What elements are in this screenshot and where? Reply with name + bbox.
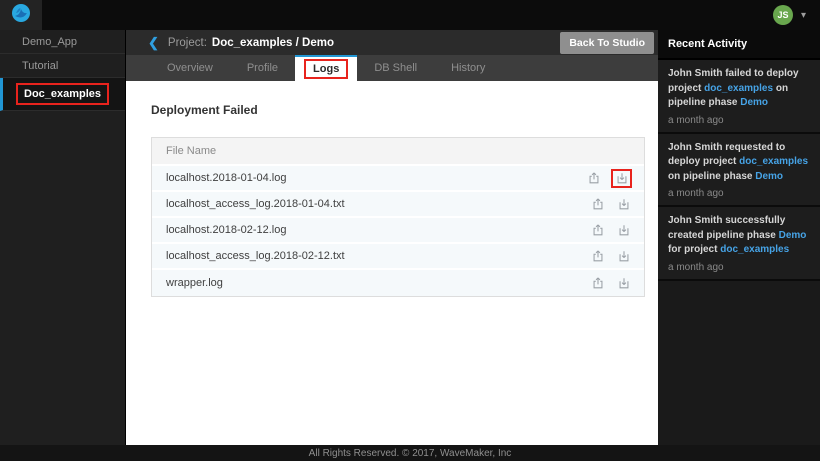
avatar[interactable]: JS — [773, 5, 793, 25]
project-title: Doc_examples / Demo — [212, 37, 334, 49]
share-icon[interactable] — [589, 222, 606, 239]
share-icon[interactable] — [589, 248, 606, 265]
share-icon[interactable] — [589, 275, 606, 292]
activity-list: John Smith failed to deploy project doc_… — [658, 60, 820, 281]
table-row: localhost.2018-02-12.log — [152, 218, 644, 244]
activity-timestamp: a month ago — [668, 115, 810, 126]
activity-link[interactable]: doc_examples — [720, 244, 789, 255]
table-row: localhost_access_log.2018-02-12.txt — [152, 244, 644, 270]
download-icon[interactable] — [615, 275, 632, 292]
footer: All Rights Reserved. © 2017, WaveMaker, … — [0, 445, 820, 461]
activity-link[interactable]: Demo — [779, 230, 807, 241]
table-row: wrapper.log — [152, 270, 644, 296]
app-logo[interactable] — [0, 0, 42, 30]
recent-activity-panel: Recent Activity John Smith failed to dep… — [658, 30, 820, 445]
tab-bar: Overview Profile Logs DB Shell History — [126, 55, 658, 81]
tab-label: Logs — [304, 59, 348, 79]
activity-text: John Smith failed to deploy project doc_… — [668, 67, 810, 111]
file-name: localhost.2018-02-12.log — [166, 224, 580, 236]
activity-link[interactable]: Demo — [740, 97, 768, 108]
activity-item: John Smith requested to deploy project d… — [658, 134, 820, 208]
table-header-file-name: File Name — [152, 138, 644, 166]
tab-label: DB Shell — [374, 62, 417, 74]
table-row: localhost.2018-01-04.log — [152, 166, 644, 192]
sidebar-item-doc_examples[interactable]: Doc_examples — [0, 78, 125, 111]
activity-link[interactable]: Demo — [755, 171, 783, 182]
tab-overview[interactable]: Overview — [150, 55, 230, 81]
logs-content: Deployment Failed File Name localhost.20… — [126, 81, 658, 445]
chevron-down-icon[interactable]: ▾ — [801, 10, 806, 21]
share-icon[interactable] — [585, 170, 602, 187]
top-bar: JS ▾ — [0, 0, 820, 30]
wavemaker-logo-icon — [11, 3, 31, 28]
activity-item: John Smith successfully created pipeline… — [658, 207, 820, 281]
activity-text-segment: John Smith successfully created pipeline… — [668, 215, 785, 241]
tab-db-shell[interactable]: DB Shell — [357, 55, 434, 81]
activity-link[interactable]: doc_examples — [704, 83, 773, 94]
back-to-studio-button[interactable]: Back To Studio — [560, 32, 654, 54]
tab-profile[interactable]: Profile — [230, 55, 295, 81]
sidebar-item-label: Demo_App — [16, 33, 83, 51]
deployment-status-heading: Deployment Failed — [151, 103, 658, 117]
file-name: localhost.2018-01-04.log — [166, 172, 576, 184]
activity-text-segment: for project — [668, 244, 720, 255]
tab-label: Overview — [167, 62, 213, 74]
tab-label: History — [451, 62, 485, 74]
table-body: localhost.2018-01-04.log localhost_access… — [152, 166, 644, 296]
activity-text-segment: on pipeline phase — [668, 171, 755, 182]
project-label: Project: — [168, 37, 207, 49]
activity-link[interactable]: doc_examples — [739, 156, 808, 167]
activity-timestamp: a month ago — [668, 188, 810, 199]
activity-text: John Smith successfully created pipeline… — [668, 214, 810, 258]
sidebar-item-label: Tutorial — [16, 57, 64, 75]
sidebar-item-label: Doc_examples — [16, 83, 109, 105]
sidebar-item-tutorial[interactable]: Tutorial — [0, 54, 125, 78]
sidebar-item-demo_app[interactable]: Demo_App — [0, 30, 125, 54]
log-files-table: File Name localhost.2018-01-04.loglocalh… — [151, 137, 645, 297]
activity-text: John Smith requested to deploy project d… — [668, 141, 810, 185]
download-icon[interactable] — [615, 196, 632, 213]
activity-timestamp: a month ago — [668, 262, 810, 273]
recent-activity-title: Recent Activity — [658, 30, 820, 60]
file-name: wrapper.log — [166, 277, 580, 289]
share-icon[interactable] — [589, 196, 606, 213]
download-icon[interactable] — [611, 169, 632, 188]
back-chevron-icon[interactable]: ❮ — [148, 36, 159, 49]
tab-label: Profile — [247, 62, 278, 74]
tab-history[interactable]: History — [434, 55, 502, 81]
file-name: localhost_access_log.2018-01-04.txt — [166, 198, 580, 210]
copyright-text: All Rights Reserved. © 2017, WaveMaker, … — [309, 448, 512, 459]
table-row: localhost_access_log.2018-01-04.txt — [152, 192, 644, 218]
tab-logs[interactable]: Logs — [295, 55, 357, 81]
download-icon[interactable] — [615, 248, 632, 265]
projects-sidebar: Demo_App Tutorial Doc_examples — [0, 30, 126, 445]
file-name: localhost_access_log.2018-02-12.txt — [166, 250, 580, 262]
project-header: ❮ Project: Doc_examples / Demo Back To S… — [126, 30, 658, 55]
main-area: ❮ Project: Doc_examples / Demo Back To S… — [126, 30, 658, 445]
download-icon[interactable] — [615, 222, 632, 239]
activity-item: John Smith failed to deploy project doc_… — [658, 60, 820, 134]
